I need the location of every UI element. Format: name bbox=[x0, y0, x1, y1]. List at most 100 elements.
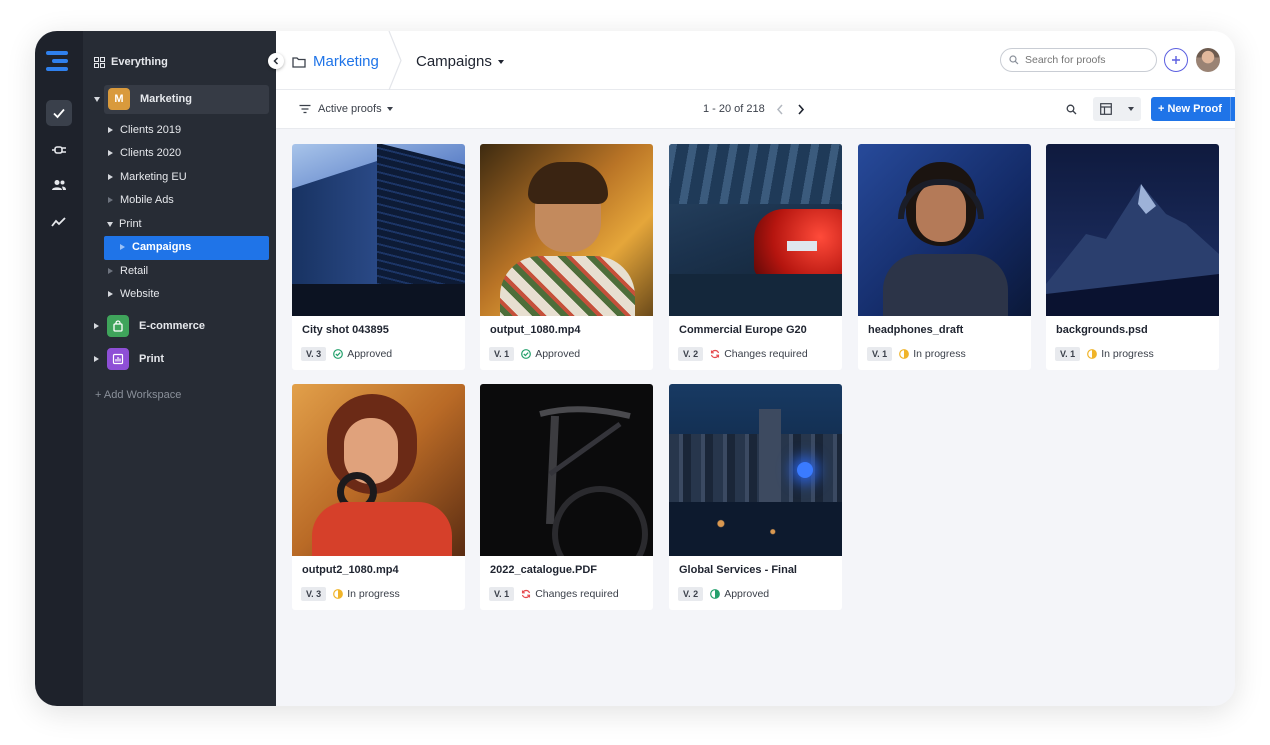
search-box[interactable] bbox=[1000, 48, 1157, 72]
folder-label: Marketing EU bbox=[120, 171, 187, 183]
proof-thumbnail bbox=[480, 144, 653, 316]
folder-website[interactable]: Website bbox=[108, 288, 160, 300]
proof-card[interactable]: City shot 043895 V. 3 Approved bbox=[292, 144, 465, 370]
toolbar: Active proofs 1 - 20 of 218 + New Proof bbox=[276, 90, 1235, 129]
proof-title: output_1080.mp4 bbox=[490, 324, 581, 336]
workspace-ecommerce[interactable]: E-commerce bbox=[94, 315, 205, 337]
caret-down-icon[interactable] bbox=[1128, 107, 1134, 111]
integrations-plug-icon[interactable] bbox=[46, 137, 72, 163]
workspace-marketing[interactable]: M Marketing bbox=[94, 88, 192, 110]
search-icon bbox=[1009, 55, 1019, 65]
in-progress-half-circle-icon bbox=[1087, 349, 1098, 359]
add-workspace-button[interactable]: + Add Workspace bbox=[95, 389, 181, 401]
user-avatar[interactable] bbox=[1196, 48, 1220, 72]
proof-card[interactable]: output_1080.mp4 V. 1 Approved bbox=[480, 144, 653, 370]
folder-print[interactable]: Print bbox=[107, 218, 142, 230]
expand-right-icon bbox=[108, 268, 113, 274]
proof-card[interactable]: output2_1080.mp4 V. 3 In progress bbox=[292, 384, 465, 610]
version-badge: V. 1 bbox=[489, 347, 515, 361]
previous-page-chevron-icon[interactable] bbox=[776, 104, 784, 115]
next-page-chevron-icon[interactable] bbox=[797, 104, 805, 115]
filter-label: Active proofs bbox=[318, 103, 382, 115]
proof-meta: V. 2 Approved bbox=[678, 587, 769, 601]
status-label: Approved bbox=[724, 588, 770, 600]
folder-label: Mobile Ads bbox=[120, 194, 174, 206]
proof-title: backgrounds.psd bbox=[1056, 324, 1148, 336]
new-proof-button[interactable]: + New Proof bbox=[1158, 103, 1222, 115]
proof-thumbnail bbox=[1046, 144, 1219, 316]
workspace-label: E-commerce bbox=[139, 320, 206, 332]
version-badge: V. 3 bbox=[301, 587, 327, 601]
table-layout-icon[interactable] bbox=[1100, 103, 1112, 115]
new-proof-button-group: + New Proof bbox=[1151, 97, 1235, 121]
expand-right-icon[interactable] bbox=[94, 356, 99, 362]
breadcrumb-folder-link[interactable]: Marketing bbox=[313, 53, 379, 70]
sidebar-item-everything[interactable]: Everything bbox=[94, 56, 168, 68]
expand-right-icon[interactable] bbox=[94, 323, 99, 329]
proof-meta: V. 1 Approved bbox=[489, 347, 580, 361]
expand-down-icon[interactable] bbox=[107, 221, 113, 227]
version-badge: V. 1 bbox=[489, 587, 515, 601]
view-toggle[interactable] bbox=[1093, 97, 1141, 121]
status-label: In progress bbox=[347, 588, 400, 600]
version-badge: V. 2 bbox=[678, 347, 704, 361]
pagination-text: 1 - 20 of 218 bbox=[703, 103, 765, 115]
status-label: In progress bbox=[913, 348, 966, 360]
add-button[interactable] bbox=[1164, 48, 1188, 72]
team-users-icon[interactable] bbox=[46, 172, 72, 198]
proof-card[interactable]: headphones_draft V. 1 In progress bbox=[858, 144, 1031, 370]
proofs-check-icon[interactable] bbox=[46, 100, 72, 126]
proof-thumbnail bbox=[669, 144, 842, 316]
analytics-trend-icon[interactable] bbox=[46, 209, 72, 235]
folder-campaigns[interactable]: Campaigns bbox=[120, 241, 191, 253]
in-progress-half-circle-icon bbox=[333, 589, 344, 599]
changes-required-refresh-icon bbox=[522, 589, 531, 599]
status-label: Changes required bbox=[724, 348, 808, 360]
workspace-panel: Everything M Marketing Clients 2019 Clie… bbox=[83, 31, 276, 706]
app-window: Everything M Marketing Clients 2019 Clie… bbox=[35, 31, 1235, 706]
folder-retail[interactable]: Retail bbox=[108, 265, 148, 277]
folder-clients-2020[interactable]: Clients 2020 bbox=[108, 147, 181, 159]
folder-clients-2019[interactable]: Clients 2019 bbox=[108, 124, 181, 136]
caret-down-icon bbox=[497, 59, 504, 64]
proof-title: output2_1080.mp4 bbox=[302, 564, 399, 576]
proof-meta: V. 3 In progress bbox=[301, 587, 400, 601]
proof-meta: V. 1 Changes required bbox=[489, 587, 619, 601]
expand-right-icon[interactable] bbox=[108, 150, 113, 156]
folder-label: Website bbox=[120, 288, 160, 300]
proof-title: Commercial Europe G20 bbox=[679, 324, 807, 336]
proof-card[interactable]: 2022_catalogue.PDF V. 1 Changes required bbox=[480, 384, 653, 610]
proof-card[interactable]: Global Services - Final V. 2 Approved bbox=[669, 384, 842, 610]
expand-right-icon[interactable] bbox=[108, 174, 113, 180]
folder-marketing-eu[interactable]: Marketing EU bbox=[108, 171, 187, 183]
header-bar: Marketing Campaigns bbox=[276, 31, 1235, 90]
proof-title: City shot 043895 bbox=[302, 324, 389, 336]
expand-right-icon[interactable] bbox=[120, 244, 125, 250]
version-badge: V. 3 bbox=[301, 347, 327, 361]
app-logo-icon[interactable] bbox=[46, 51, 70, 75]
workspace-letter-avatar: M bbox=[108, 88, 130, 110]
grid-icon bbox=[94, 56, 105, 68]
status-label: In progress bbox=[1101, 348, 1154, 360]
breadcrumb-current-dropdown[interactable]: Campaigns bbox=[416, 53, 504, 70]
folder-label: Clients 2020 bbox=[120, 147, 182, 159]
search-input[interactable] bbox=[1025, 54, 1145, 66]
collapse-panel-chevron-icon[interactable] bbox=[268, 53, 284, 69]
search-icon[interactable] bbox=[1066, 104, 1077, 115]
caret-down-icon bbox=[386, 107, 393, 111]
proof-card[interactable]: Commercial Europe G20 V. 2 Changes requi… bbox=[669, 144, 842, 370]
filter-dropdown[interactable]: Active proofs bbox=[299, 103, 393, 115]
proof-thumbnail bbox=[292, 144, 465, 316]
proof-meta: V. 1 In progress bbox=[1055, 347, 1154, 361]
expand-right-icon[interactable] bbox=[108, 291, 113, 297]
approved-check-icon bbox=[333, 349, 344, 359]
expand-down-icon[interactable] bbox=[94, 96, 100, 102]
proof-card[interactable]: backgrounds.psd V. 1 In progress bbox=[1046, 144, 1219, 370]
expand-right-icon[interactable] bbox=[108, 127, 113, 133]
proof-thumbnail bbox=[858, 144, 1031, 316]
workspace-print[interactable]: Print bbox=[94, 348, 164, 370]
filter-icon bbox=[299, 104, 311, 114]
folder-mobile-ads[interactable]: Mobile Ads bbox=[108, 194, 174, 206]
version-badge: V. 1 bbox=[867, 347, 893, 361]
chart-box-icon bbox=[107, 348, 129, 370]
